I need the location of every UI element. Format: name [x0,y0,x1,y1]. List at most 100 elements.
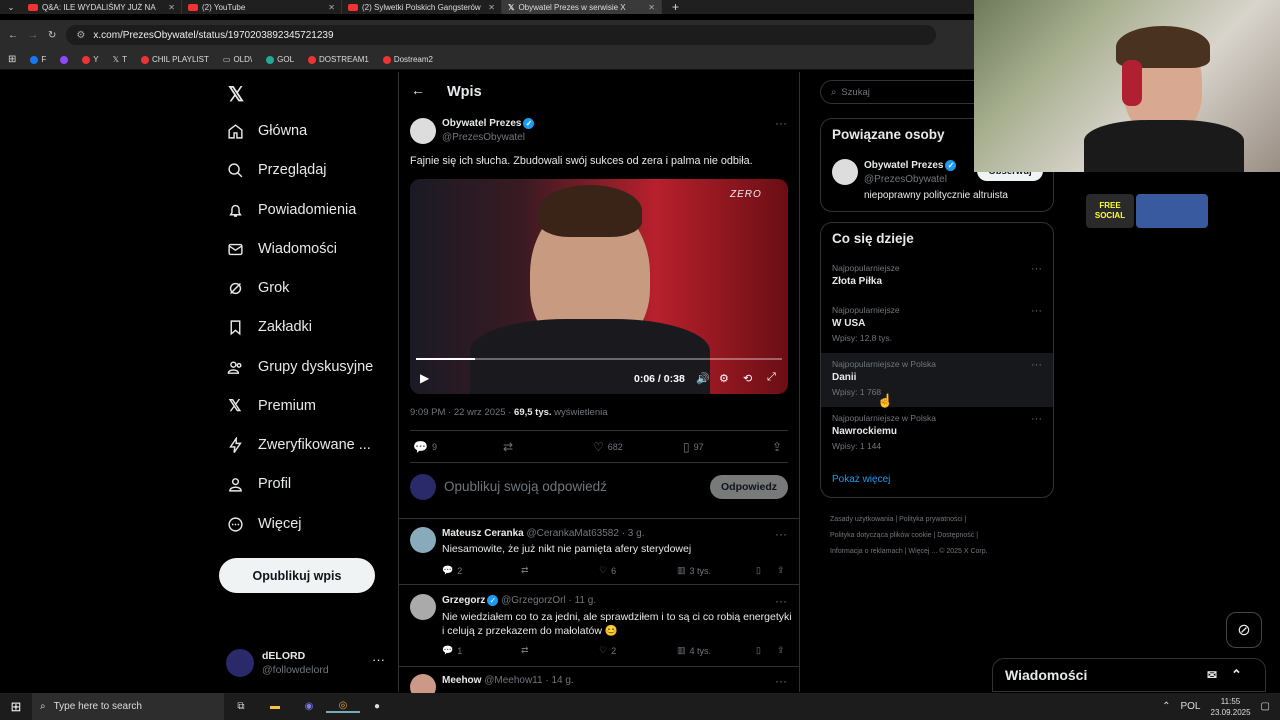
avatar[interactable] [410,594,436,620]
apps-grid-icon[interactable]: ⊞ [8,54,16,65]
bookmark-item[interactable]: DOSTREAM1 [308,55,369,64]
like-button[interactable]: ♡ 2 [599,645,616,656]
bookmark-item[interactable]: F [30,55,46,64]
messages-drawer[interactable]: Wiadomości ✉ ⌃ [992,658,1266,692]
footer-link[interactable]: Więcej ... [908,548,937,555]
trend-item-hovered[interactable]: Najpopularniejsze w Polska Danii Wpisy: … [821,353,1053,408]
trend-item[interactable]: Najpopularniejsze W USA Wpisy: 12,8 tys.… [821,301,1053,351]
post-author[interactable]: Obywatel Prezes ✓ [442,118,535,129]
share-button[interactable]: ⇪ [777,565,785,576]
nav-item-premium[interactable]: 𝕏 Premium [226,397,316,415]
video-player[interactable]: ZERO ▶ 0:06 / 0:38 🔊 ⚙ ⟲ ⤢ [410,179,788,394]
grok-float-icon[interactable]: ⊘ [1226,612,1262,648]
reply-submit-button[interactable]: Odpowiedz [710,475,788,499]
browser-tab[interactable]: Q&A: ILE WYDALIŚMY JUŻ NA ✕ [22,0,182,14]
nav-item-home[interactable]: Główna [226,122,307,140]
show-more-link[interactable]: Pokaż więcej [832,474,890,485]
reply-author[interactable]: Meehow [442,675,481,686]
task-view-icon[interactable]: ⧉ [224,701,258,712]
back-arrow-icon[interactable]: ← [411,82,425,98]
bookmark-item[interactable]: 𝕏T [113,55,127,64]
reply-button[interactable]: 💬 9 [413,440,437,454]
video-progress-track[interactable] [416,358,782,360]
taskbar-search[interactable]: ⌕ Type here to search [32,693,224,720]
more-icon[interactable]: ··· [1031,305,1042,317]
nav-item-grok[interactable]: Grok [226,279,289,297]
avatar[interactable] [410,118,436,144]
new-message-icon[interactable]: ✉ [1207,668,1217,682]
close-icon[interactable]: ✕ [168,3,175,12]
footer-link[interactable]: Polityka prywatności [899,516,962,523]
close-icon[interactable]: ✕ [328,3,335,12]
like-button[interactable]: ♡ 682 [593,440,623,454]
footer-link[interactable]: Polityka dotycząca plików cookie [830,532,932,539]
clock[interactable]: 11:55 23.09.2025 [1211,696,1251,718]
bookmark-button[interactable]: ▯ [756,565,761,576]
share-button[interactable]: ⇪ [777,645,785,656]
footer-link[interactable]: Dostępność [937,532,974,539]
obs-icon[interactable]: ● [360,701,394,712]
reload-icon[interactable]: ↻ [48,30,56,41]
avatar[interactable] [832,159,858,185]
reply-author[interactable]: Grzegorz [442,595,485,606]
reply-button[interactable]: 💬 1 [442,645,462,656]
tab-list-icon[interactable]: ⌄ [0,3,22,12]
post-handle[interactable]: @PrezesObywatel [442,132,525,143]
more-icon[interactable]: ··· [775,527,787,541]
reply-button[interactable]: 💬 2 [442,565,462,576]
share-button[interactable]: ⇪ [772,440,782,454]
nav-item-notifications[interactable]: Powiadomienia [226,201,356,219]
nav-item-verified-orgs[interactable]: Zweryfikowane ... [226,436,371,454]
nav-item-explore[interactable]: Przeglądaj [226,161,327,179]
like-button[interactable]: ♡ 6 [599,565,616,576]
discord-app-icon[interactable]: ◉ [292,701,326,712]
post-button[interactable]: Opublikuj wpis [219,558,375,593]
nav-item-profile[interactable]: Profil [226,475,291,493]
site-info-icon[interactable]: ⚙ [76,30,85,41]
bookmark-button[interactable]: ▯ 97 [683,440,704,454]
nav-item-bookmarks[interactable]: Zakładki [226,318,312,336]
bookmark-button[interactable]: ▯ [756,645,761,656]
close-icon[interactable]: ✕ [648,3,655,12]
bookmark-item[interactable]: CHIL PLAYLIST [140,55,209,64]
more-icon[interactable]: ··· [775,594,787,608]
tray-chevron-icon[interactable]: ⌃ [1162,701,1170,712]
file-explorer-icon[interactable]: ▬ [258,701,292,712]
footer-link[interactable]: Zasady użytkowania [830,516,893,523]
reply-author[interactable]: Mateusz Ceranka [442,528,524,539]
x-logo-icon[interactable]: 𝕏 [228,82,244,107]
chrome-icon[interactable]: ◎ [326,700,360,713]
avatar[interactable] [410,527,436,553]
forward-icon[interactable]: → [28,30,38,41]
language-indicator[interactable]: POL [1180,701,1200,712]
views-button[interactable]: ▥ 4 tys. [677,645,711,656]
bookmark-item[interactable]: GOL [266,55,294,64]
play-icon[interactable]: ▶ [420,371,429,385]
new-tab-icon[interactable]: + [662,0,679,14]
bookmark-item[interactable]: Dostream2 [382,55,433,64]
reply-input[interactable]: Opublikuj swoją odpowiedź [444,479,607,494]
more-icon[interactable]: ··· [775,116,787,130]
more-icon[interactable]: ··· [1031,413,1042,425]
bookmark-item[interactable]: Y [82,55,99,64]
url-input[interactable]: ⚙ x.com/PrezesObywatel/status/19702038923… [66,25,937,45]
back-icon[interactable]: ← [8,30,18,41]
close-icon[interactable]: ✕ [488,3,495,12]
bookmark-folder[interactable]: ▭ OLD\ [223,55,252,64]
volume-icon[interactable]: 🔊 [696,372,710,385]
trend-item[interactable]: Najpopularniejsze w Polska Nawrockiemu W… [821,409,1053,459]
bookmark-item[interactable] [60,55,69,64]
more-icon[interactable]: ··· [1031,263,1042,275]
footer-link[interactable]: Informacja o reklamach [830,548,903,555]
related-name[interactable]: Obywatel Prezes ✓ [864,160,957,171]
more-icon[interactable]: ··· [1031,359,1042,371]
settings-gear-icon[interactable]: ⚙ [719,372,729,385]
expand-icon[interactable]: ⌃ [1231,667,1242,683]
more-icon[interactable]: ··· [775,674,787,688]
repost-button[interactable]: ⇄ [521,645,529,656]
loop-icon[interactable]: ⟲ [743,372,752,385]
browser-tab[interactable]: (2) Sylwetki Polskich Gangsterów ✕ [342,0,502,14]
browser-tab[interactable]: (2) YouTube ✕ [182,0,342,14]
nav-item-communities[interactable]: Grupy dyskusyjne [226,358,373,376]
account-switcher[interactable]: dELORD @followdelord ··· [226,648,398,680]
